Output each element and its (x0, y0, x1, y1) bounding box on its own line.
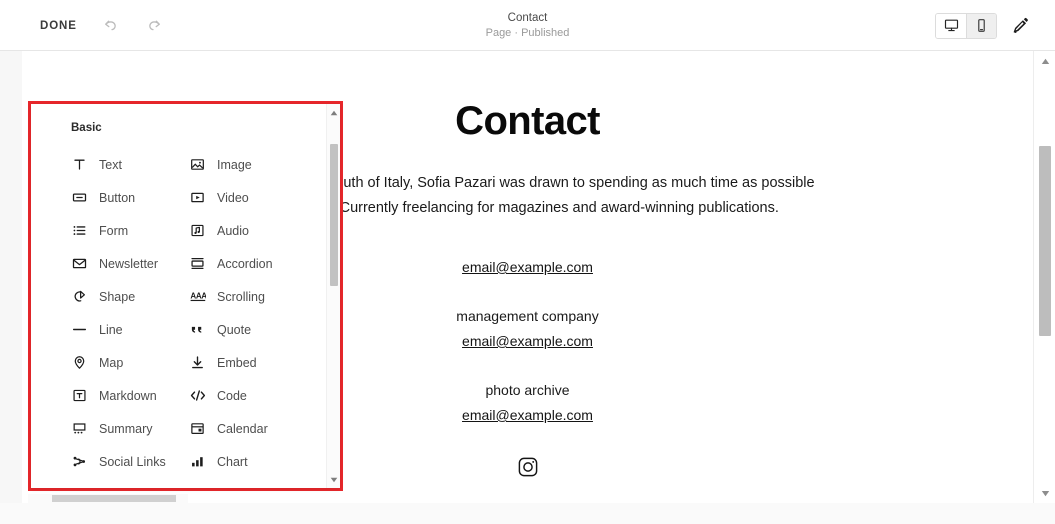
block-item-audio[interactable]: Audio (189, 214, 306, 247)
block-label: Audio (217, 223, 249, 238)
summary-icon (71, 420, 88, 437)
image-icon (189, 156, 206, 173)
markdown-icon (71, 387, 88, 404)
block-picker-panel: Basic Text Image Button Video Form Audio… (31, 104, 340, 488)
scroll-up-arrow-icon[interactable] (327, 106, 340, 119)
toolbar-right-group (935, 0, 1033, 51)
block-item-form[interactable]: Form (71, 214, 189, 247)
scroll-up-arrow-icon[interactable] (1038, 54, 1052, 68)
block-label: Text (99, 157, 122, 172)
block-grid: Text Image Button Video Form Audio Newsl… (71, 148, 306, 478)
panel-scroll-thumb[interactable] (330, 144, 338, 286)
paintbrush-icon[interactable] (1009, 14, 1033, 38)
block-item-calendar[interactable]: Calendar (189, 412, 306, 445)
block-item-accordion[interactable]: Accordion (189, 247, 306, 280)
block-label: Button (99, 190, 136, 205)
page-status: Page · Published (485, 26, 570, 39)
block-label: Summary (99, 421, 153, 436)
block-picker-highlight: Basic Text Image Button Video Form Audio… (28, 101, 343, 491)
block-item-chart[interactable]: Chart (189, 445, 306, 478)
text-icon (71, 156, 88, 173)
block-label: Scrolling (217, 289, 265, 304)
canvas-vertical-scrollbar[interactable] (1033, 51, 1055, 503)
block-label: Social Links (99, 454, 166, 469)
block-item-video[interactable]: Video (189, 181, 306, 214)
block-label: Video (217, 190, 249, 205)
block-item-map[interactable]: Map (71, 346, 189, 379)
block-label: Line (99, 322, 123, 337)
block-item-newsletter[interactable]: Newsletter (71, 247, 189, 280)
scroll-down-arrow-icon[interactable] (1038, 486, 1052, 500)
page-title: Contact (507, 11, 548, 24)
done-button[interactable]: DONE (38, 16, 79, 36)
viewport-toggle (935, 12, 997, 39)
undo-arrow-icon[interactable] (99, 14, 123, 38)
block-label: Accordion (217, 256, 273, 271)
redo-arrow-icon[interactable] (143, 14, 167, 38)
block-label: Quote (217, 322, 252, 337)
svg-text:AAA: AAA (190, 292, 206, 301)
block-item-text[interactable]: Text (71, 148, 189, 181)
block-item-quote[interactable]: Quote (189, 313, 306, 346)
line-icon (71, 321, 88, 338)
block-label: Markdown (99, 388, 157, 403)
scroll-down-arrow-icon[interactable] (327, 473, 340, 486)
bottom-strip (0, 503, 1055, 524)
bar-chart-icon (189, 453, 206, 470)
block-item-summary[interactable]: Summary (71, 412, 189, 445)
block-item-markdown[interactable]: Markdown (71, 379, 189, 412)
code-brackets-icon (189, 387, 206, 404)
button-icon (71, 189, 88, 206)
panel-vertical-scrollbar[interactable] (326, 104, 340, 488)
audio-note-icon (189, 222, 206, 239)
block-item-line[interactable]: Line (71, 313, 189, 346)
block-label: Map (99, 355, 124, 370)
block-item-shape[interactable]: Shape (71, 280, 189, 313)
top-toolbar: DONE Contact Page · Published (0, 0, 1055, 51)
canvas-scroll-thumb[interactable] (1039, 146, 1051, 336)
video-icon (189, 189, 206, 206)
social-links-icon (71, 453, 88, 470)
quote-marks-icon (189, 321, 206, 338)
envelope-icon (71, 255, 88, 272)
block-item-embed[interactable]: Embed (189, 346, 306, 379)
shape-icon (71, 288, 88, 305)
block-label: Calendar (217, 421, 268, 436)
block-label: Code (217, 388, 247, 403)
embed-download-icon (189, 354, 206, 371)
panel-hscroll-thumb[interactable] (52, 495, 176, 502)
toolbar-left-group: DONE (38, 0, 167, 51)
desktop-view-button[interactable] (936, 13, 966, 38)
map-pin-icon (71, 354, 88, 371)
panel-section-label: Basic (71, 122, 102, 134)
block-item-social-links[interactable]: Social Links (71, 445, 189, 478)
scrolling-text-icon: AAA (189, 288, 206, 305)
app-root: DONE Contact Page · Published Contact Ra… (0, 0, 1055, 524)
block-label: Chart (217, 454, 248, 469)
mobile-view-button[interactable] (966, 13, 996, 38)
block-item-code[interactable]: Code (189, 379, 306, 412)
block-item-image[interactable]: Image (189, 148, 306, 181)
block-label: Embed (217, 355, 257, 370)
form-list-icon (71, 222, 88, 239)
accordion-icon (189, 255, 206, 272)
instagram-icon[interactable] (517, 456, 539, 483)
block-label: Form (99, 223, 129, 238)
calendar-icon (189, 420, 206, 437)
block-label: Image (217, 157, 252, 172)
block-label: Newsletter (99, 256, 159, 271)
block-item-scrolling[interactable]: AAA Scrolling (189, 280, 306, 313)
block-item-button[interactable]: Button (71, 181, 189, 214)
panel-horizontal-scrollbar[interactable] (28, 494, 188, 503)
block-label: Shape (99, 289, 136, 304)
